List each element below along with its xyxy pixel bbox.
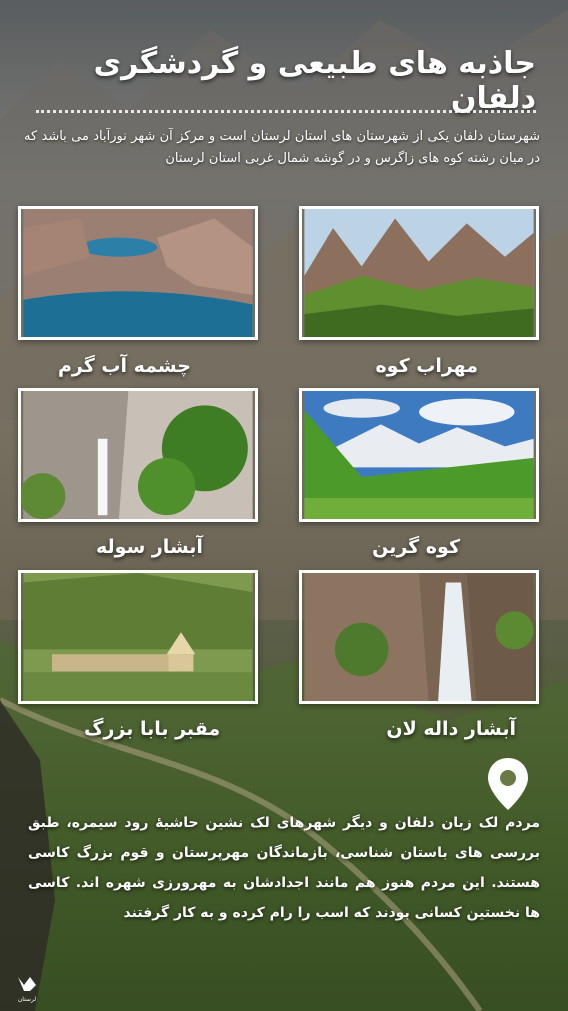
attraction-card-garin	[299, 388, 539, 522]
attraction-label: آبشار سوله	[96, 536, 203, 558]
dotted-divider	[36, 110, 536, 113]
attraction-card-souleh	[18, 388, 258, 522]
intro-text: شهرستان دلفان یکی از شهرستان های استان ل…	[24, 129, 540, 166]
attraction-label: چشمه آب گرم	[58, 355, 191, 377]
canyon-waterfall-photo-icon	[304, 573, 534, 701]
lorestan-logo-icon: لرستان	[18, 977, 36, 1003]
attraction-label: آبشار داله لان	[386, 718, 516, 740]
shrine-photo-icon	[23, 573, 253, 701]
history-paragraph: مردم لک زبان دلفان و دیگر شهرهای لک نشین…	[28, 815, 540, 921]
attraction-label: مهراب کوه	[375, 355, 478, 377]
mountain-photo-icon	[304, 209, 534, 337]
attraction-label: کوه گرین	[372, 536, 460, 558]
attraction-card-mehrab	[299, 206, 539, 340]
attraction-card-bababozorg	[18, 570, 258, 704]
attraction-card-hotspring	[18, 206, 258, 340]
snowy-mountain-photo-icon	[304, 391, 534, 519]
attraction-label: مقبر بابا بزرگ	[84, 718, 221, 740]
location-pin-icon	[488, 758, 528, 810]
lake-photo-icon	[23, 209, 253, 337]
svg-text:لرستان: لرستان	[18, 996, 36, 1003]
page-title: جاذبه های طبیعی و گردشگری دلفان	[93, 46, 536, 116]
waterfall-photo-icon	[21, 391, 253, 519]
attraction-card-dalehlan	[299, 570, 539, 704]
